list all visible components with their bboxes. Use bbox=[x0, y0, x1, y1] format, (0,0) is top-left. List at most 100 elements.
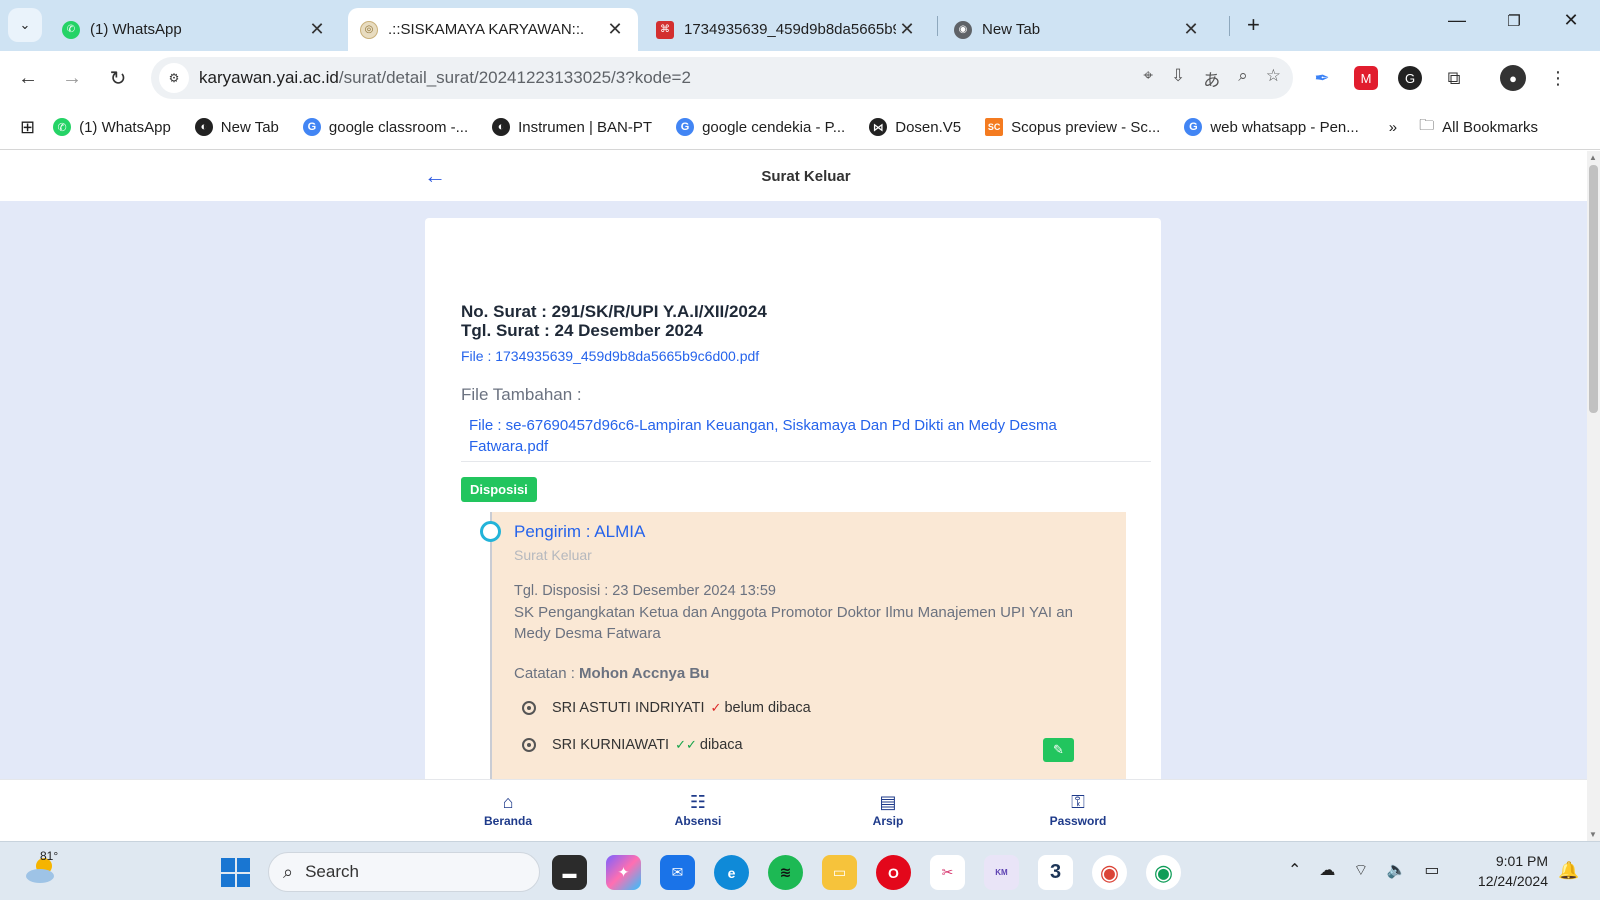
location-icon[interactable]: ⌖ bbox=[1143, 66, 1153, 91]
window-close-icon[interactable]: ✕ bbox=[1556, 10, 1586, 31]
mail-icon[interactable]: ✉ bbox=[660, 855, 695, 890]
reload-icon[interactable]: ↻ bbox=[103, 63, 133, 93]
opera-icon[interactable]: O bbox=[876, 855, 911, 890]
radio-dot-icon bbox=[522, 701, 536, 715]
google-icon: G bbox=[302, 118, 321, 136]
taskbar-clock[interactable]: 9:01 PM 12/24/2024 bbox=[1460, 851, 1548, 891]
nav-beranda[interactable]: ⌂ Beranda bbox=[458, 792, 558, 828]
puzzle-icon[interactable]: ⧉ bbox=[1442, 66, 1466, 90]
taskbar-search[interactable]: ⌕ Search bbox=[268, 852, 540, 892]
windows-taskbar: 81° ⌕ Search ▬ ✦ ✉ e ≋ ▭ O ✂ KM 3 ◉ ◉ ⌃ … bbox=[0, 841, 1600, 900]
tab-whatsapp[interactable]: ✆ (1) WhatsApp ✕ bbox=[50, 8, 340, 51]
page-scrollbar[interactable]: ▲ ▼ bbox=[1587, 151, 1600, 841]
volume-icon[interactable]: 🔈 bbox=[1386, 860, 1406, 880]
page-title: Surat Keluar bbox=[761, 168, 851, 185]
bookmark-whatsapp[interactable]: ✆ (1) WhatsApp bbox=[53, 118, 171, 136]
zoom-icon[interactable]: ⌕ bbox=[1238, 66, 1248, 91]
scroll-down-icon[interactable]: ▼ bbox=[1589, 830, 1597, 839]
close-icon[interactable]: ✕ bbox=[604, 19, 626, 40]
app-header: ← Surat Keluar bbox=[0, 151, 1587, 201]
mendeley-extension-icon[interactable]: M bbox=[1354, 66, 1378, 90]
surat-file-link[interactable]: File : 1734935639_459d9b8da5665b9c6d00.p… bbox=[461, 348, 759, 364]
bookmark-scopus[interactable]: SC Scopus preview - Sc... bbox=[985, 118, 1160, 136]
list-icon: ☷ bbox=[689, 792, 707, 812]
spotify-icon[interactable]: ≋ bbox=[768, 855, 803, 890]
windows-start-icon[interactable] bbox=[221, 858, 250, 887]
close-icon[interactable]: ✕ bbox=[1180, 19, 1202, 40]
feather-extension-icon[interactable]: ✒ bbox=[1310, 66, 1334, 90]
web-page: ← Surat Keluar No. Surat : 291/SK/R/UPI … bbox=[0, 151, 1587, 841]
apps-grid-icon[interactable]: ⊞ bbox=[20, 117, 35, 138]
url-host: karyawan.yai.ac.id bbox=[199, 68, 339, 87]
tab-separator bbox=[937, 16, 938, 36]
omnibox-actions: ⌖ ⇩ あ ⌕ ☆ bbox=[1143, 66, 1281, 91]
nav-label: Absensi bbox=[674, 814, 722, 828]
notification-bell-icon[interactable]: 🔔 bbox=[1558, 861, 1579, 881]
catatan-text: Mohon Accnya Bu bbox=[579, 665, 710, 682]
bookmark-label: Scopus preview - Sc... bbox=[1011, 118, 1161, 136]
recipient-name: SRI ASTUTI INDRIYATI bbox=[552, 700, 705, 716]
bookmark-google-cendekia[interactable]: Ggoogle cendekia - P... bbox=[676, 118, 845, 136]
edge-icon[interactable]: e bbox=[714, 855, 749, 890]
url-text[interactable]: karyawan.yai.ac.id/surat/detail_surat/20… bbox=[199, 68, 691, 88]
nav-password[interactable]: ⚿ Password bbox=[1028, 792, 1128, 828]
tab-pdf[interactable]: ⌘ 1734935639_459d9b8da5665b9 ✕ bbox=[644, 8, 930, 51]
surat-type: Surat Keluar bbox=[514, 547, 592, 563]
bookmark-new-tab[interactable]: ◐ New Tab bbox=[194, 118, 279, 136]
google-icon: G bbox=[1184, 118, 1203, 136]
file-tambahan-link[interactable]: File : se-67690457d96c6-Lampiran Keuanga… bbox=[469, 415, 1109, 457]
close-icon[interactable]: ✕ bbox=[306, 19, 328, 40]
close-icon[interactable]: ✕ bbox=[896, 19, 918, 40]
tab-search-button[interactable]: ⌄ bbox=[8, 8, 42, 42]
edit-button[interactable]: ✎ bbox=[1043, 738, 1074, 762]
tab-new-tab[interactable]: ◉ New Tab ✕ bbox=[942, 8, 1214, 51]
disposisi-date: Tgl. Disposisi : 23 Desember 2024 13:59 bbox=[514, 583, 776, 599]
nav-label: Password bbox=[1049, 814, 1107, 828]
bookmark-web-whatsapp[interactable]: Gweb whatsapp - Pen... bbox=[1184, 118, 1359, 136]
bookmark-star-icon[interactable]: ☆ bbox=[1266, 66, 1281, 91]
copilot-icon[interactable]: ✦ bbox=[606, 855, 641, 890]
back-icon[interactable]: ← bbox=[13, 63, 43, 93]
forward-icon[interactable]: → bbox=[57, 63, 87, 93]
bookmarks-overflow-button[interactable]: » bbox=[1389, 119, 1397, 136]
minimize-icon[interactable]: — bbox=[1442, 10, 1472, 31]
tab-siskamaya[interactable]: ◎ .::SISKAMAYA KARYAWAN::. ✕ bbox=[348, 8, 638, 51]
nav-absensi[interactable]: ☷ Absensi bbox=[648, 792, 748, 828]
scrollbar-thumb[interactable] bbox=[1589, 165, 1598, 413]
translate-icon[interactable]: あ bbox=[1203, 66, 1220, 91]
scroll-up-icon[interactable]: ▲ bbox=[1589, 153, 1597, 162]
wifi-icon[interactable]: ⌔ bbox=[1353, 860, 1368, 880]
chevron-up-icon[interactable]: ⌃ bbox=[1288, 860, 1301, 880]
chrome-taskbar-icon[interactable]: ◉ bbox=[1092, 855, 1127, 890]
site-info-icon[interactable]: ⚙ bbox=[159, 63, 189, 93]
bookmark-label: google cendekia - P... bbox=[702, 118, 846, 136]
address-bar[interactable]: ⚙ karyawan.yai.ac.id/surat/detail_surat/… bbox=[151, 57, 1293, 99]
chrome-profile-taskbar-icon[interactable]: ◉ bbox=[1146, 855, 1181, 890]
tab-separator bbox=[1229, 16, 1230, 36]
file-app-icon[interactable]: ▬ bbox=[552, 855, 587, 890]
pdf-icon: ⌘ bbox=[656, 20, 674, 39]
install-icon[interactable]: ⇩ bbox=[1171, 66, 1185, 91]
grammar-extension-icon[interactable]: G bbox=[1398, 66, 1422, 90]
bookmark-instrumen[interactable]: ◐ Instrumen | BAN-PT bbox=[492, 118, 652, 136]
radio-dot-icon bbox=[522, 738, 536, 752]
app-3-icon[interactable]: 3 bbox=[1038, 855, 1073, 890]
clock-time: 9:01 PM bbox=[1495, 853, 1548, 869]
bookmark-dosen[interactable]: ⋈ Dosen.V5 bbox=[869, 118, 961, 136]
kampus-merdeka-icon[interactable]: KM bbox=[984, 855, 1019, 890]
snipping-tool-icon[interactable]: ✂ bbox=[930, 855, 965, 890]
battery-icon[interactable]: ▭ bbox=[1424, 860, 1439, 880]
cloud-icon[interactable]: ☁ bbox=[1319, 860, 1335, 880]
file-explorer-icon[interactable]: ▭ bbox=[822, 855, 857, 890]
nav-arsip[interactable]: ▤ Arsip bbox=[838, 792, 938, 828]
restore-icon[interactable]: ❐ bbox=[1499, 12, 1529, 30]
archive-icon: ▤ bbox=[879, 792, 897, 812]
bookmark-google-classroom[interactable]: Ggoogle classroom -... bbox=[302, 118, 468, 136]
profile-avatar[interactable]: ● bbox=[1500, 65, 1526, 91]
browser-chrome: ⌄ ✆ (1) WhatsApp ✕ ◎ .::SISKAMAYA KARYAW… bbox=[0, 0, 1600, 151]
all-bookmarks-button[interactable]: 🗀 All Bookmarks bbox=[1419, 115, 1538, 140]
new-tab-button[interactable]: + bbox=[1247, 12, 1260, 38]
chevron-down-icon: ⌄ bbox=[19, 17, 31, 32]
lock-icon: ⚿ bbox=[1071, 792, 1085, 812]
menu-dots-icon[interactable]: ⋮ bbox=[1546, 66, 1570, 90]
